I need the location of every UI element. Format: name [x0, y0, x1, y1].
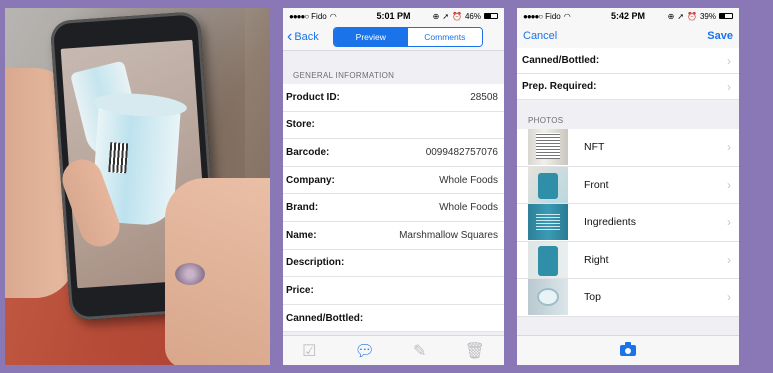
field-row[interactable]: Description:	[283, 250, 504, 278]
segmented-control: Preview Comments	[332, 27, 483, 47]
chevron-right-icon: ›	[727, 140, 731, 155]
photo-hand-scanning-product	[5, 8, 270, 365]
bottom-toolbar: ☑ 💬︎ ✎ 🗑︎	[283, 335, 504, 365]
photo-row[interactable]: NFT ›	[517, 129, 739, 167]
photo-thumbnail	[528, 129, 568, 166]
field-row[interactable]: Price:	[283, 277, 504, 305]
field-label: Brand:	[286, 202, 319, 214]
barcode-image	[108, 142, 129, 174]
photo-thumbnail	[528, 241, 568, 278]
status-time: 5:42 PM	[610, 11, 645, 21]
field-list: Product ID: 28508 Store: Barcode: 0099482757…	[283, 84, 504, 333]
section-header: GENERAL INFORMATION	[293, 71, 395, 80]
chevron-right-icon: ›	[727, 290, 731, 305]
checkbox-icon[interactable]: ☑	[302, 341, 316, 361]
field-row[interactable]: Canned/Bottled:	[283, 305, 504, 333]
photo-label: Right	[584, 253, 609, 266]
field-list: Canned/Bottled: › Prep. Required: ›	[517, 48, 739, 100]
photo-label: NFT	[584, 141, 605, 154]
back-button[interactable]: ‹ Back	[287, 29, 319, 45]
field-row[interactable]: Store:	[283, 112, 504, 140]
status-bar: ●●●●○ Fido ◠ 5:42 PM ⊕ ➚ ⏰ 39%	[517, 8, 739, 24]
status-time: 5:01 PM	[376, 11, 411, 21]
field-row[interactable]: Barcode: 0099482757076	[283, 139, 504, 167]
photo-label: Ingredients	[584, 216, 636, 229]
field-label: Description:	[286, 257, 345, 269]
field-label: Canned/Bottled:	[286, 312, 364, 324]
field-label: Canned/Bottled:	[522, 55, 600, 66]
photo-thumbnail	[528, 279, 568, 316]
chevron-right-icon: ›	[727, 177, 731, 192]
field-value: Whole Foods	[439, 202, 498, 214]
trash-icon[interactable]: 🗑︎	[465, 341, 485, 361]
photo-list: NFT › Front › Ingredients › Right › Top ›	[517, 129, 739, 317]
field-label: Name:	[286, 229, 317, 241]
camera-icon[interactable]	[620, 342, 636, 356]
field-value: Marshmallow Squares	[399, 229, 498, 241]
chevron-right-icon: ›	[727, 53, 731, 68]
tab-preview[interactable]: Preview	[333, 28, 408, 46]
nav-bar: ‹ Back Preview Comments	[283, 24, 504, 51]
field-row[interactable]: Product ID: 28508	[283, 84, 504, 112]
field-row[interactable]: Company: Whole Foods	[283, 167, 504, 195]
nav-bar: Cancel Save	[517, 24, 739, 48]
field-row[interactable]: Name: Marshmallow Squares	[283, 222, 504, 250]
photo-row[interactable]: Top ›	[517, 279, 739, 317]
field-row[interactable]: Brand: Whole Foods	[283, 194, 504, 222]
chevron-right-icon: ›	[727, 79, 731, 94]
edit-icon[interactable]: ✎	[413, 341, 426, 361]
field-row[interactable]: Prep. Required: ›	[517, 74, 739, 100]
photo-label: Front	[584, 178, 609, 191]
chevron-right-icon: ›	[727, 215, 731, 230]
status-bar: ●●●●○ Fido ◠ 5:01 PM ⊕ ➚ ⏰ 46%	[283, 8, 504, 24]
field-label: Price:	[286, 284, 314, 296]
back-label: Back	[294, 31, 319, 43]
photos-header: PHOTOS	[528, 116, 564, 125]
photo-thumbnail	[528, 204, 568, 241]
field-label: Prep. Required:	[522, 81, 597, 92]
field-label: Store:	[286, 119, 315, 131]
photo-thumbnail	[528, 166, 568, 203]
preview-screen: ●●●●○ Fido ◠ 5:01 PM ⊕ ➚ ⏰ 46% ‹ Back Pr…	[283, 8, 504, 365]
screenshot-frame: ●●●●○ Fido ◠ 5:01 PM ⊕ ➚ ⏰ 46% ‹ Back Pr…	[0, 0, 773, 373]
tab-comments[interactable]: Comments	[407, 28, 482, 46]
battery-icon	[719, 13, 733, 19]
battery-icon	[484, 13, 498, 19]
cancel-button[interactable]: Cancel	[523, 30, 557, 42]
chevron-right-icon: ›	[727, 252, 731, 267]
comment-icon[interactable]: 💬︎	[355, 341, 375, 361]
field-value: Whole Foods	[439, 174, 498, 186]
field-label: Company:	[286, 174, 335, 186]
edit-screen: ●●●●○ Fido ◠ 5:42 PM ⊕ ➚ ⏰ 39% Cancel Sa…	[517, 8, 739, 365]
photo-row[interactable]: Ingredients ›	[517, 204, 739, 242]
save-button[interactable]: Save	[707, 30, 733, 42]
bottom-toolbar	[517, 335, 739, 365]
chevron-left-icon: ‹	[287, 28, 293, 45]
field-value: 0099482757076	[425, 146, 498, 158]
field-row[interactable]: Canned/Bottled: ›	[517, 48, 739, 74]
photo-label: Top	[584, 291, 601, 304]
photo-row[interactable]: Right ›	[517, 241, 739, 279]
photo-row[interactable]: Front ›	[517, 166, 739, 204]
field-label: Barcode:	[286, 146, 330, 158]
field-label: Product ID:	[286, 91, 340, 103]
field-value: 28508	[470, 91, 498, 103]
